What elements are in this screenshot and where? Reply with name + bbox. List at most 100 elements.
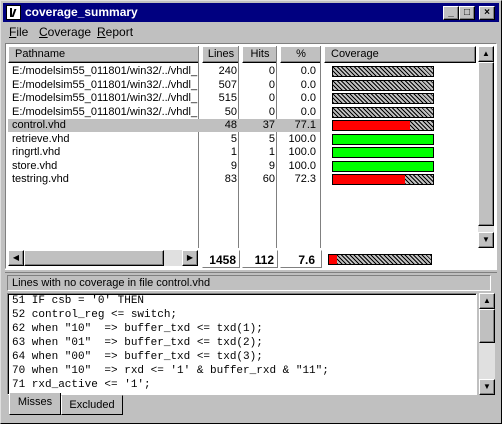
- header-lines-label: Lines: [207, 48, 235, 60]
- row-lines[interactable]: 48: [202, 119, 237, 132]
- uncovered-line[interactable]: 70 when "10" => rxd <= '1' & buffer_rxd …: [8, 364, 476, 378]
- uncovered-line[interactable]: 52 control_reg <= switch;: [8, 308, 476, 322]
- menu-file-label: ile: [16, 25, 29, 39]
- coverage-fill: [333, 121, 410, 130]
- column-divider[interactable]: [238, 46, 240, 248]
- row-lines[interactable]: 83: [202, 173, 237, 186]
- scroll-left-button[interactable]: ◀: [8, 250, 24, 266]
- pathname-horizontal-scrollbar[interactable]: ◀ ▶: [8, 250, 198, 266]
- total-hits: 112: [242, 250, 278, 268]
- row-hits[interactable]: 0: [242, 92, 275, 105]
- row-lines[interactable]: 9: [202, 160, 237, 173]
- row-hits[interactable]: 37: [242, 119, 275, 132]
- row-pathname[interactable]: testring.vhd: [12, 173, 198, 186]
- row-percent[interactable]: 0.0: [280, 92, 316, 105]
- column-divider[interactable]: [276, 46, 278, 248]
- row-coverage-bar: [332, 160, 434, 172]
- maximize-button[interactable]: □: [459, 6, 475, 20]
- row-percent[interactable]: 0.0: [280, 106, 316, 119]
- row-percent[interactable]: 0.0: [280, 79, 316, 92]
- coverage-fill: [333, 134, 433, 144]
- row-lines[interactable]: 5: [202, 133, 237, 146]
- row-hits[interactable]: 0: [242, 65, 275, 78]
- row-lines[interactable]: 515: [202, 92, 237, 105]
- row-pathname[interactable]: store.vhd: [12, 160, 198, 173]
- uncovered-line[interactable]: 71 rxd_active <= '1';: [8, 378, 476, 392]
- app-icon[interactable]: [6, 5, 21, 20]
- menu-coverage[interactable]: Coverage: [39, 25, 91, 39]
- code-scroll-thumb[interactable]: [479, 309, 495, 343]
- header-pathname[interactable]: Pathname: [8, 46, 200, 63]
- row-coverage-bar: [332, 133, 434, 145]
- row-pathname[interactable]: retrieve.vhd: [12, 133, 198, 146]
- row-hits[interactable]: 5: [242, 133, 275, 146]
- scroll-down-button[interactable]: ▼: [478, 232, 494, 248]
- header-coverage[interactable]: Coverage: [324, 46, 476, 63]
- menu-report[interactable]: Report: [97, 25, 133, 39]
- uncovered-line[interactable]: 63 when "01" => buffer_txd <= txd(2);: [8, 336, 476, 350]
- close-button[interactable]: ×: [479, 6, 495, 20]
- row-pathname[interactable]: E:/modelsim55_011801/win32/../vhdl_: [12, 79, 198, 92]
- uncovered-line[interactable]: 62 when "10" => buffer_txd <= txd(1);: [8, 322, 476, 336]
- header-percent[interactable]: %: [280, 46, 322, 63]
- coverage-remainder: [333, 107, 433, 117]
- scroll-right-button[interactable]: ▶: [182, 250, 198, 266]
- total-percent: 7.6: [280, 250, 322, 268]
- row-hits[interactable]: 0: [242, 79, 275, 92]
- row-hits[interactable]: 0: [242, 106, 275, 119]
- row-lines[interactable]: 1: [202, 146, 237, 159]
- row-percent[interactable]: 100.0: [280, 160, 316, 173]
- misses-panel-title: Lines with no coverage in file control.v…: [7, 275, 491, 291]
- total-coverage-bar-fill: [329, 255, 337, 264]
- header-hits[interactable]: Hits: [242, 46, 278, 63]
- row-hits[interactable]: 60: [242, 173, 275, 186]
- header-coverage-label: Coverage: [331, 48, 379, 60]
- total-coverage-bar-remainder: [337, 255, 431, 264]
- code-scroll-down-button[interactable]: ▼: [479, 379, 495, 395]
- tab-excluded[interactable]: Excluded: [61, 395, 123, 415]
- row-percent[interactable]: 100.0: [280, 133, 316, 146]
- coverage-table: Pathname Lines Hits % Coverage E:/models…: [5, 43, 497, 269]
- scroll-thumb[interactable]: [478, 62, 494, 226]
- uncovered-lines-list[interactable]: 51 IF csb = '0' THEN 52 control_reg <= sw…: [7, 293, 477, 395]
- row-pathname[interactable]: E:/modelsim55_011801/win32/../vhdl_: [12, 106, 198, 119]
- misses-panel: Lines with no coverage in file control.v…: [5, 273, 497, 395]
- row-lines[interactable]: 50: [202, 106, 237, 119]
- row-hits[interactable]: 9: [242, 160, 275, 173]
- menu-coverage-mnemonic: C: [39, 25, 48, 39]
- row-pathname[interactable]: ringrtl.vhd: [12, 146, 198, 159]
- total-coverage-bar: [328, 254, 432, 265]
- row-coverage-bar: [332, 79, 434, 91]
- table-vertical-scrollbar[interactable]: ▲ ▼: [478, 46, 494, 248]
- header-lines[interactable]: Lines: [202, 46, 240, 63]
- uncovered-line[interactable]: 51 IF csb = '0' THEN: [8, 294, 476, 308]
- hscroll-thumb[interactable]: [24, 250, 164, 266]
- column-divider[interactable]: [320, 46, 322, 248]
- row-lines[interactable]: 240: [202, 65, 237, 78]
- scroll-up-button[interactable]: ▲: [478, 46, 494, 62]
- row-coverage-bar: [332, 174, 434, 185]
- row-percent[interactable]: 77.1: [280, 119, 316, 132]
- code-vertical-scrollbar[interactable]: ▲ ▼: [479, 293, 495, 395]
- coverage-fill: [333, 148, 433, 157]
- row-pathname[interactable]: E:/modelsim55_011801/win32/../vhdl_: [12, 65, 198, 78]
- uncovered-line[interactable]: 64 when "00" => buffer_txd <= txd(3);: [8, 350, 476, 364]
- row-percent[interactable]: 72.3: [280, 173, 316, 186]
- row-pathname[interactable]: control.vhd: [12, 119, 198, 132]
- title-bar[interactable]: coverage_summary _ □ ×: [3, 3, 499, 22]
- row-pathname[interactable]: E:/modelsim55_011801/win32/../vhdl_: [12, 92, 198, 105]
- row-coverage-bar: [332, 66, 434, 77]
- column-divider[interactable]: [198, 46, 200, 248]
- row-hits[interactable]: 1: [242, 146, 275, 159]
- minimize-button[interactable]: _: [443, 6, 459, 20]
- row-lines[interactable]: 507: [202, 79, 237, 92]
- menu-file[interactable]: File: [9, 25, 28, 39]
- menu-report-mnemonic: R: [97, 25, 106, 39]
- code-scroll-up-button[interactable]: ▲: [479, 293, 495, 309]
- row-percent[interactable]: 0.0: [280, 65, 316, 78]
- row-percent[interactable]: 100.0: [280, 146, 316, 159]
- tab-misses[interactable]: Misses: [9, 393, 61, 415]
- header-percent-label: %: [296, 48, 306, 60]
- coverage-fill: [333, 175, 405, 184]
- row-coverage-bar: [332, 106, 434, 118]
